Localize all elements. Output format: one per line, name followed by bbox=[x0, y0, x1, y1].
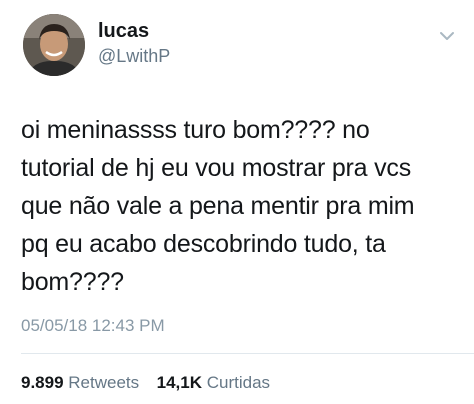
chevron-down-icon[interactable] bbox=[437, 28, 457, 44]
avatar-image bbox=[23, 14, 85, 76]
tweet-text: oi meninassss turo bom???? no tutorial d… bbox=[21, 116, 415, 296]
likes-stat[interactable]: 14,1K Curtidas bbox=[157, 373, 270, 392]
display-name[interactable]: lucas bbox=[98, 20, 149, 43]
divider bbox=[21, 353, 474, 354]
tweet-card: lucas @LwithP oi meninassss turo bom????… bbox=[0, 0, 474, 404]
retweets-count: 9.899 bbox=[21, 373, 64, 392]
tweet-stats: 9.899 Retweets 14,1K Curtidas bbox=[21, 373, 270, 393]
retweets-label: Retweets bbox=[68, 373, 140, 392]
likes-count: 14,1K bbox=[156, 373, 202, 392]
tweet-timestamp[interactable]: 05/05/18 12:43 PM bbox=[21, 316, 165, 336]
avatar[interactable] bbox=[23, 14, 85, 76]
retweets-stat[interactable]: 9.899 Retweets bbox=[21, 373, 144, 392]
likes-label: Curtidas bbox=[206, 373, 271, 392]
user-handle[interactable]: @LwithP bbox=[98, 46, 170, 67]
